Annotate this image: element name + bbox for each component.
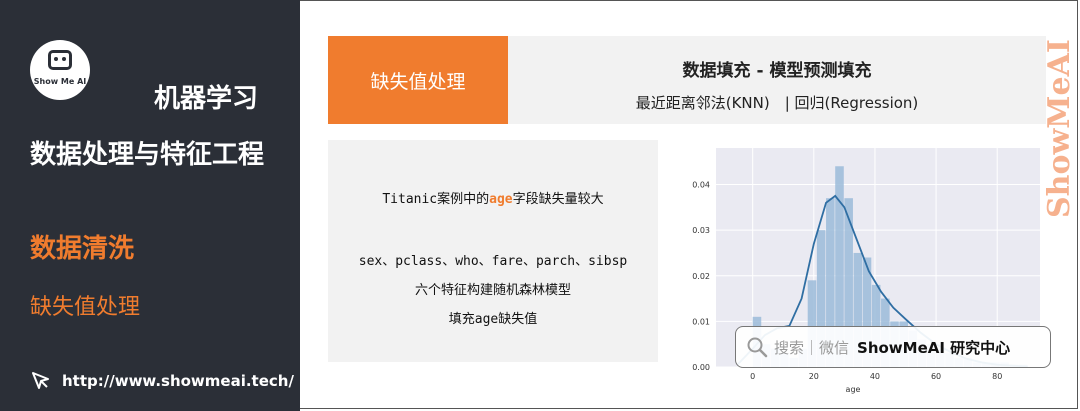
watermark-text: ShowMeAI	[1042, 39, 1077, 218]
section-title: 数据清洗	[30, 234, 135, 264]
showmeai-logo: Show Me AI	[30, 40, 90, 100]
x-tick-label: 80	[992, 372, 1002, 381]
wechat-search-badge: 搜索｜微信 ShowMeAI 研究中心	[735, 326, 1051, 368]
y-tick-label: 0.02	[692, 272, 710, 281]
x-tick-label: 20	[809, 372, 819, 381]
search-icon	[747, 337, 768, 358]
header-title: 数据填充 - 模型预测填充	[682, 61, 872, 81]
showmeai-watermark: ShowMeAI	[1042, 39, 1077, 218]
website-url[interactable]: http://www.showmeai.tech/	[62, 372, 294, 390]
x-tick-label: 0	[750, 372, 755, 381]
chapter-title: 数据处理与特征工程	[30, 140, 265, 170]
x-tick-label: 40	[870, 372, 880, 381]
y-tick-label: 0.01	[692, 317, 710, 326]
description-box: Titanic案例中的age字段缺失量较大 sex、pclass、who、far…	[328, 140, 658, 362]
highlight-age: age	[489, 192, 513, 207]
description-line-4: 填充age缺失值	[448, 312, 538, 327]
x-tick-label: 60	[931, 372, 941, 381]
header-subtitle: 最近距离邻法(KNN) | 回归(Regression)	[635, 94, 919, 112]
description-line-1: Titanic案例中的age字段缺失量较大	[382, 192, 604, 207]
y-tick-label: 0.04	[692, 181, 710, 190]
y-tick-label: 0.03	[692, 226, 710, 235]
y-tick-label: 0.00	[692, 363, 710, 372]
sidebar: Show Me AI 机器学习 数据处理与特征工程 数据清洗 缺失值处理 htt…	[0, 0, 300, 411]
robot-icon	[48, 50, 72, 70]
topic-tag: 缺失值处理	[328, 36, 508, 124]
cursor-icon	[32, 372, 49, 389]
brand-name: ShowMeAI 研究中心	[857, 338, 1011, 357]
description-line-2: sex、pclass、who、fare、parch、sibsp	[358, 254, 628, 269]
subsection-title: 缺失值处理	[30, 295, 141, 320]
logo-text: Show Me AI	[33, 77, 87, 86]
main-content: 缺失值处理 数据填充 - 模型预测填充 最近距离邻法(KNN) | 回归(Reg…	[300, 0, 1080, 411]
course-title: 机器学习	[154, 84, 259, 114]
website-link[interactable]: http://www.showmeai.tech/	[30, 370, 294, 392]
search-label: 搜索｜微信	[774, 338, 850, 357]
description-line-3: 六个特征构建随机森林模型	[414, 283, 571, 298]
header-box: 缺失值处理 数据填充 - 模型预测填充 最近距离邻法(KNN) | 回归(Reg…	[328, 36, 1046, 124]
x-axis-label: age	[846, 385, 861, 394]
